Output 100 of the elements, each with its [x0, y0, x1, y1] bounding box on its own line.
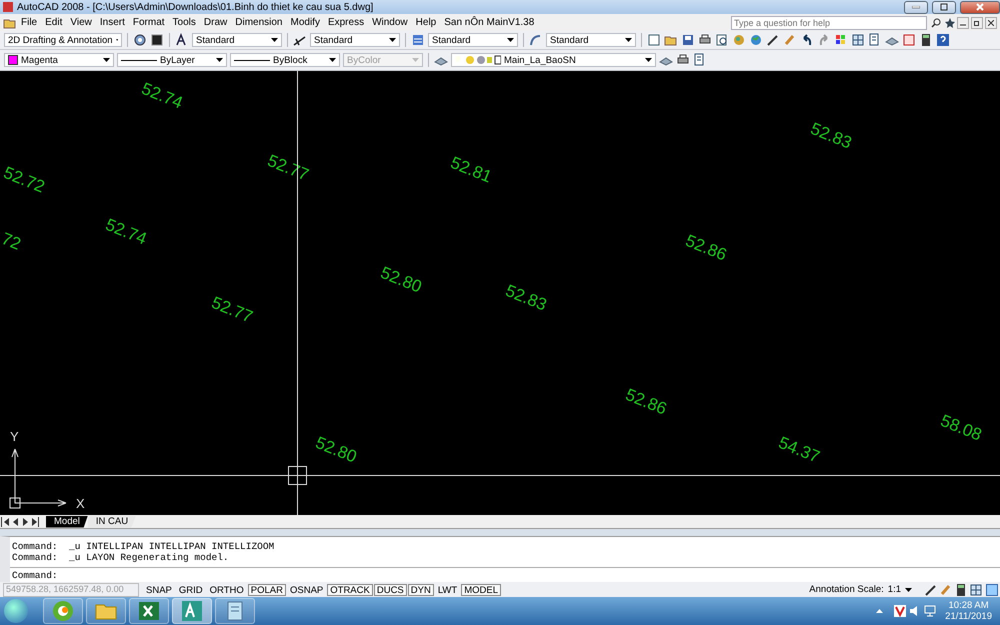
layout-tab[interactable]: Model: [46, 516, 88, 528]
app-icon: [3, 2, 13, 12]
window-title: AutoCAD 2008 - [C:\Users\Admin\Downloads\01.Binh do thiet ke cau sua 5.dwg]: [17, 2, 374, 12]
maximize-button[interactable]: [932, 0, 956, 14]
caret-icon: [216, 58, 223, 62]
caret-icon: [625, 38, 632, 42]
close-icon: [988, 20, 994, 26]
taskbar-app-button[interactable]: [215, 598, 255, 624]
new-icon[interactable]: [647, 33, 661, 47]
restore-button[interactable]: [971, 16, 983, 28]
caret-icon: [116, 38, 118, 42]
caret-icon: [271, 38, 278, 42]
status-toggle[interactable]: DUCS: [374, 584, 407, 596]
table-icon[interactable]: [411, 33, 425, 47]
help-icon[interactable]: [936, 33, 950, 47]
close-button[interactable]: [985, 16, 997, 28]
caret-icon: [507, 38, 514, 42]
grid-icon[interactable]: [969, 582, 983, 596]
elevation-label: 52.86: [682, 231, 730, 266]
menu-item[interactable]: Dimension: [231, 17, 286, 28]
caret-icon: [905, 588, 912, 592]
elevation-label: 52.72: [0, 163, 48, 198]
tray-arrow-icon[interactable]: [876, 609, 884, 613]
page-icon[interactable]: [902, 33, 916, 47]
menu-item[interactable]: Window: [368, 17, 412, 28]
leader-icon[interactable]: [529, 33, 543, 47]
calculator-icon[interactable]: [954, 582, 968, 596]
layer-state-icons: [455, 55, 501, 65]
clean-screen-icon[interactable]: [986, 584, 998, 596]
elevation-label: 52.74: [102, 215, 150, 250]
menu-item[interactable]: San nÔn MainV1.38: [440, 17, 538, 28]
clock-time: 10:28 AM: [948, 600, 989, 611]
menu-item[interactable]: Format: [128, 17, 169, 28]
maximize-icon: [940, 3, 948, 11]
status-toggle[interactable]: ORTHO: [206, 584, 247, 596]
style-dropdown[interactable]: Standard: [310, 33, 400, 47]
status-toggle[interactable]: OTRACK: [327, 584, 373, 596]
style-dropdown[interactable]: Standard: [546, 33, 636, 47]
pencil-icon[interactable]: [924, 582, 938, 596]
menu-item[interactable]: Modify: [286, 17, 324, 28]
annotation-scale-label: Annotation Scale:: [809, 584, 884, 595]
axis-label: X: [76, 496, 85, 511]
grid-icon[interactable]: [851, 33, 865, 47]
taskbar-app-button[interactable]: [43, 598, 83, 624]
command-history-line: Command: _u LAYON Regenerating model.: [12, 552, 230, 563]
minimize-button[interactable]: [904, 0, 928, 14]
search-icon[interactable]: [931, 18, 941, 28]
style-dropdown[interactable]: Standard: [428, 33, 518, 47]
status-toggle[interactable]: MODEL: [461, 584, 501, 596]
status-toggle[interactable]: OSNAP: [286, 584, 326, 596]
annotation-scale-value[interactable]: 1:1: [888, 584, 901, 595]
app-icon: [51, 599, 75, 623]
style-dropdown[interactable]: Standard: [192, 33, 282, 47]
app-icon: [137, 599, 161, 623]
pencil-icon[interactable]: [766, 33, 780, 47]
close-button[interactable]: [960, 0, 1000, 14]
command-prompt[interactable]: Command:: [12, 570, 58, 580]
preview-icon[interactable]: [715, 33, 729, 47]
taskbar-app-button[interactable]: [129, 598, 169, 624]
elevation-label: 52.86: [622, 385, 670, 420]
elevation-label: 52.81: [448, 153, 494, 188]
linetype-dropdown[interactable]: ByBlock: [230, 53, 340, 67]
elevation-label: 52.77: [208, 293, 256, 328]
start-button[interactable]: [4, 599, 28, 623]
palette-icon[interactable]: [834, 33, 848, 47]
minimize-icon: [912, 6, 920, 8]
tab-navigation-icon[interactable]: [0, 516, 42, 526]
taskbar-app-button[interactable]: [172, 598, 212, 624]
menu-item[interactable]: File: [17, 17, 42, 28]
workspace-dropdown[interactable]: 2D Drafting & Annotation: [4, 33, 122, 47]
caret-icon: [645, 58, 652, 62]
menu-item[interactable]: Tools: [168, 17, 200, 28]
menu-item[interactable]: View: [66, 17, 96, 28]
menu-item[interactable]: Insert: [96, 17, 129, 28]
status-toggle[interactable]: LWT: [434, 584, 460, 596]
elevation-label: 52.80: [312, 433, 360, 468]
status-toggle[interactable]: GRID: [176, 584, 206, 596]
status-toggle[interactable]: DYN: [408, 584, 434, 596]
menu-item[interactable]: Edit: [41, 17, 66, 28]
network-icon[interactable]: [924, 605, 936, 617]
command-history-line: Command: _u INTELLIPAN INTELLIPAN INTELLIZOOM: [12, 541, 276, 552]
menu-item[interactable]: Express: [324, 17, 368, 28]
elevation-label: 58.08: [938, 411, 984, 446]
gear-icon[interactable]: [133, 33, 147, 47]
help-search-field[interactable]: Type a question for help: [731, 16, 927, 30]
calculator-icon[interactable]: [919, 33, 933, 47]
star-icon[interactable]: [945, 18, 955, 28]
menu-item[interactable]: Draw: [200, 17, 232, 28]
layout-tab[interactable]: IN CAU: [88, 516, 136, 528]
antivirus-icon[interactable]: [894, 605, 906, 617]
linetype-dropdown[interactable]: ByLayer: [117, 53, 227, 67]
color-dropdown[interactable]: Magenta: [4, 53, 114, 67]
save-icon[interactable]: [681, 33, 695, 47]
status-toggle[interactable]: POLAR: [248, 584, 286, 596]
layer-dropdown[interactable]: Main_La_BaoSN: [451, 53, 656, 67]
ucs-icon: [10, 448, 66, 508]
status-toggle[interactable]: SNAP: [143, 584, 175, 596]
minimize-button[interactable]: [957, 16, 969, 28]
dark-square-icon[interactable]: [150, 33, 164, 47]
menu-item[interactable]: Help: [412, 17, 440, 28]
